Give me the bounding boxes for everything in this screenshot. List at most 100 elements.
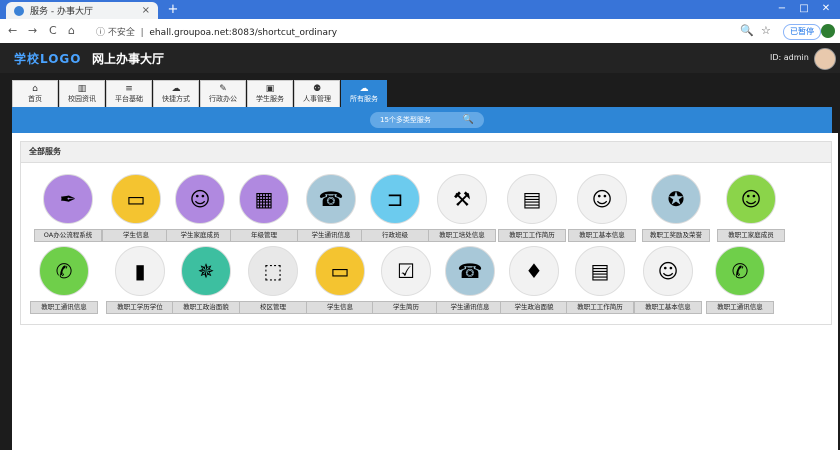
address-bar: ← → C ⌂ ⓘ 不安全 | ehall.groupoa.net:8083/s… <box>0 19 840 44</box>
nav-tab-label: 学生服务 <box>256 95 284 103</box>
service-tile[interactable]: ▭ 学生信息 <box>306 246 374 314</box>
service-tile[interactable]: ⚒ 教职工培处信息 <box>428 174 496 242</box>
service-label[interactable]: 教职工工作简历 <box>498 229 566 242</box>
service-icon: ☺ <box>726 174 776 224</box>
nav-tab-label: 快捷方式 <box>162 95 190 103</box>
service-tile[interactable]: ☺ 学生家庭成员 <box>166 174 234 242</box>
service-tile[interactable]: ♦ 学生政治面貌 <box>500 246 568 314</box>
image-icon: ▣ <box>265 84 275 94</box>
service-label[interactable]: 学生信息 <box>102 229 170 242</box>
bookmark-star-icon[interactable]: ☆ <box>761 24 771 37</box>
service-icon: ▤ <box>575 246 625 296</box>
service-tile[interactable]: ☺ 教职工基本信息 <box>568 174 636 242</box>
service-label[interactable]: 学生简历 <box>372 301 440 314</box>
service-tile[interactable]: ⬚ 校区管理 <box>239 246 307 314</box>
service-icon: ⬚ <box>248 246 298 296</box>
service-label[interactable]: 教职工通讯信息 <box>706 301 774 314</box>
service-tile[interactable]: ▤ 教职工工作简历 <box>498 174 566 242</box>
service-icon: ⊐ <box>370 174 420 224</box>
service-tile[interactable]: ☑ 学生简历 <box>372 246 440 314</box>
service-tile[interactable]: ▦ 年级管理 <box>230 174 298 242</box>
close-icon[interactable]: × <box>142 5 150 16</box>
service-tile[interactable]: ▤ 教职工工作简历 <box>566 246 634 314</box>
service-icon: ☺ <box>643 246 693 296</box>
service-tile[interactable]: ☺ 教职工基本信息 <box>634 246 702 314</box>
service-label[interactable]: 年级管理 <box>230 229 298 242</box>
service-tile[interactable]: ⊐ 行政班级 <box>361 174 429 242</box>
service-label[interactable]: 校区管理 <box>239 301 307 314</box>
sync-paused-badge[interactable]: 已暂停 <box>783 24 821 40</box>
url-text: ehall.groupoa.net:8083/shortcut_ordinary <box>149 28 338 38</box>
service-tile[interactable]: ▮ 教职工学历学位 <box>106 246 174 314</box>
service-icon: ▭ <box>111 174 161 224</box>
service-label[interactable]: 教职工工作简历 <box>566 301 634 314</box>
service-icon: ⚒ <box>437 174 487 224</box>
nav-tab-office[interactable]: ✎ 行政办公 <box>200 80 246 108</box>
security-indicator[interactable]: ⓘ 不安全 <box>96 28 135 38</box>
new-tab-button[interactable]: + <box>166 3 180 17</box>
service-label[interactable]: 教职工奖励及荣誉 <box>642 229 710 242</box>
service-icon: ☑ <box>381 246 431 296</box>
nav-tab-student[interactable]: ▣ 学生服务 <box>247 80 293 108</box>
service-icon: ▮ <box>115 246 165 296</box>
nav-tab-news[interactable]: ▥ 校园资讯 <box>59 80 105 108</box>
service-tile[interactable]: ☎ 学生通讯信息 <box>297 174 365 242</box>
nav-tab-shortcuts[interactable]: ☁ 快捷方式 <box>153 80 199 108</box>
profile-avatar[interactable] <box>821 24 835 38</box>
service-icon: ✆ <box>715 246 765 296</box>
service-label[interactable]: 教职工政治面貌 <box>172 301 240 314</box>
zoom-icon[interactable]: 🔍 <box>740 24 754 37</box>
school-logo: 学校LOGO <box>14 52 82 66</box>
nav-tab-all-services[interactable]: ☁ 所有服务 <box>341 80 387 108</box>
url-field[interactable]: ⓘ 不安全 | ehall.groupoa.net:8083/shortcut_… <box>96 25 337 38</box>
minimize-icon[interactable]: − <box>776 3 788 15</box>
home-icon[interactable]: ⌂ <box>68 24 75 37</box>
nav-tab-label: 校园资讯 <box>68 95 96 103</box>
service-label[interactable]: 教职工学历学位 <box>106 301 174 314</box>
nav-tab-label: 平台基础 <box>115 95 143 103</box>
nav-tab-home[interactable]: ⌂ 首页 <box>12 80 58 108</box>
service-label[interactable]: 教职工基本信息 <box>568 229 636 242</box>
service-search[interactable]: 15个多类型服务 🔍 <box>370 112 484 128</box>
reload-icon[interactable]: C <box>49 24 57 37</box>
search-icon[interactable]: 🔍 <box>463 115 474 125</box>
nav-tab-label: 人事管理 <box>303 95 331 103</box>
service-tile[interactable]: ✆ 教职工通讯信息 <box>706 246 774 314</box>
service-label[interactable]: 学生政治面貌 <box>500 301 568 314</box>
service-label[interactable]: 学生通讯信息 <box>297 229 365 242</box>
service-label[interactable]: 行政班级 <box>361 229 429 242</box>
service-tile[interactable]: ✪ 教职工奖励及荣誉 <box>642 174 710 242</box>
content-area: 全部服务 ✒ OA办公流程系统 ▭ 学生信息 ☺ 学生家庭成员 ▦ 年级管理 ☎ 学生通讯信息 ⊐ 行… <box>12 133 838 450</box>
service-label[interactable]: 教职工家庭成员 <box>717 229 785 242</box>
panel-title: 全部服务 <box>21 142 831 163</box>
service-tile[interactable]: ☺ 教职工家庭成员 <box>717 174 785 242</box>
window-close-icon[interactable]: ✕ <box>820 3 832 15</box>
service-tile[interactable]: ▭ 学生信息 <box>102 174 170 242</box>
service-label[interactable]: OA办公流程系统 <box>34 229 102 242</box>
maximize-icon[interactable]: □ <box>798 3 810 15</box>
watermark: lisou123.com <box>722 416 803 430</box>
nav-tab-platform[interactable]: ≡ 平台基础 <box>106 80 152 108</box>
nav-tab-hr[interactable]: ⚉ 人事管理 <box>294 80 340 108</box>
service-tile[interactable]: ✵ 教职工政治面貌 <box>172 246 240 314</box>
service-label[interactable]: 教职工培处信息 <box>428 229 496 242</box>
back-icon[interactable]: ← <box>8 24 17 37</box>
service-label[interactable]: 教职工基本信息 <box>634 301 702 314</box>
service-icon: ▭ <box>315 246 365 296</box>
service-label[interactable]: 学生通讯信息 <box>436 301 504 314</box>
service-label[interactable]: 教职工通讯信息 <box>30 301 98 314</box>
home-icon: ⌂ <box>32 84 38 94</box>
service-icon: ☺ <box>175 174 225 224</box>
service-label[interactable]: 学生家庭成员 <box>166 229 234 242</box>
service-tile[interactable]: ✒ OA办公流程系统 <box>34 174 102 242</box>
menu-icon: ≡ <box>125 84 133 94</box>
chart-icon: ▥ <box>77 84 87 94</box>
service-label[interactable]: 学生信息 <box>306 301 374 314</box>
service-tile[interactable]: ✆ 教职工通讯信息 <box>30 246 98 314</box>
browser-tab[interactable]: 服务 - 办事大厅 × <box>6 2 158 19</box>
service-icon: ✵ <box>181 246 231 296</box>
wrench-icon: ✎ <box>219 84 227 94</box>
user-avatar[interactable] <box>814 48 836 70</box>
forward-icon[interactable]: → <box>28 24 37 37</box>
service-tile[interactable]: ☎ 学生通讯信息 <box>436 246 504 314</box>
